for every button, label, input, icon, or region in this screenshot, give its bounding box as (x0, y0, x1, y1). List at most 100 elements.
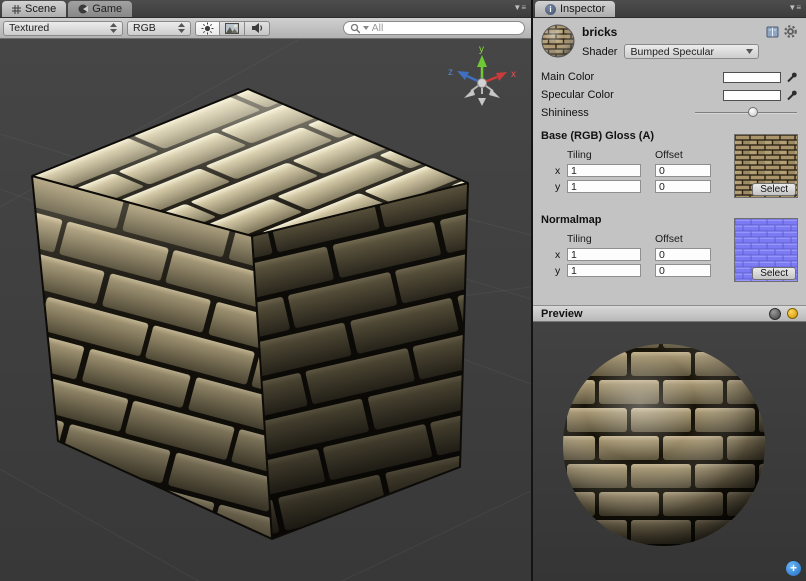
slider-thumb[interactable] (748, 107, 758, 117)
normalmap-section: Normalmap Tiling Offset x (541, 214, 798, 282)
normal-tiling-grid: Tiling Offset x y (555, 233, 711, 280)
draw-mode-label: Textured (9, 22, 49, 34)
tab-scene-label: Scene (25, 3, 56, 15)
orientation-gizmo[interactable]: z x y (445, 41, 519, 111)
base-tiling-grid: Tiling Offset x y (555, 149, 711, 196)
shininess-label: Shininess (541, 107, 695, 119)
material-preview-ball (541, 24, 575, 58)
material-header: bricks Shader Bumped Specular (541, 24, 798, 59)
eyedropper-icon[interactable] (786, 89, 798, 101)
tab-inspector[interactable]: i Inspector (535, 1, 615, 17)
preview-sphere (533, 322, 806, 581)
inspector-tabbar: i Inspector ▼≡ (533, 0, 806, 18)
game-icon (78, 4, 88, 14)
updown-arrows-icon (110, 23, 117, 33)
tab-scene[interactable]: Scene (2, 1, 66, 17)
image-icon (225, 23, 239, 34)
gear-icon[interactable] (784, 25, 798, 38)
panel-menu-icon[interactable]: ▼≡ (788, 3, 801, 12)
help-book-icon[interactable] (766, 25, 779, 38)
base-texture-thumbnail[interactable]: Select (734, 134, 798, 198)
scene-toolbar: Textured RGB (0, 18, 531, 39)
tab-inspector-label: Inspector (560, 3, 605, 15)
scene-toggle-group (195, 21, 270, 36)
slider-track[interactable] (695, 112, 797, 114)
normal-tiling-y-input[interactable] (567, 264, 641, 277)
y-axis-row-label: y (555, 181, 567, 193)
tab-game[interactable]: Game (68, 1, 132, 17)
tiling-header: Tiling (567, 149, 655, 161)
tab-game-label: Game (92, 3, 122, 15)
scene-search-field[interactable] (343, 21, 525, 35)
shader-value: Bumped Specular (630, 46, 713, 58)
shininess-slider[interactable] (695, 106, 797, 120)
preview-viewport[interactable]: + (533, 322, 806, 581)
shininess-row: Shininess (541, 104, 798, 122)
base-select-button[interactable]: Select (752, 183, 796, 196)
scene-panel: Scene Game ▼≡ Textured RGB (0, 0, 531, 581)
base-offset-x-input[interactable] (655, 164, 711, 177)
specular-color-label: Specular Color (541, 89, 723, 101)
base-tiling-x-input[interactable] (567, 164, 641, 177)
material-name: bricks (582, 25, 759, 39)
z-axis-cone (457, 71, 469, 80)
z-axis-label: z (448, 67, 453, 78)
y-axis-label: y (479, 44, 484, 55)
material-meta: bricks Shader Bumped Specular (582, 24, 759, 59)
main-color-swatch[interactable] (723, 72, 781, 83)
speaker-icon (251, 22, 264, 34)
normal-offset-x-input[interactable] (655, 248, 711, 261)
gizmo-center[interactable] (478, 79, 487, 88)
preview-light-icon[interactable] (787, 308, 798, 319)
x-axis-row-label: x (555, 165, 567, 177)
scene-canvas (0, 39, 531, 581)
draw-mode-dropdown[interactable]: Textured (3, 21, 123, 36)
base-tiling-y-input[interactable] (567, 180, 641, 193)
x-axis-cone (496, 72, 507, 81)
tiling-header: Tiling (567, 233, 655, 245)
base-map-section: Base (RGB) Gloss (A) Tiling Offset x (541, 130, 798, 198)
sun-icon (201, 22, 214, 35)
inspector-body: bricks Shader Bumped Specular (533, 18, 806, 305)
eyedropper-icon[interactable] (786, 71, 798, 83)
chevron-down-icon (746, 49, 753, 54)
panel-menu-icon[interactable]: ▼≡ (513, 3, 526, 12)
shader-dropdown[interactable]: Bumped Specular (624, 44, 759, 59)
y-axis-cone (477, 55, 487, 67)
render-mode-button[interactable] (220, 21, 245, 36)
specular-color-swatch[interactable] (723, 90, 781, 101)
base-offset-y-input[interactable] (655, 180, 711, 193)
audio-toggle-button[interactable] (245, 21, 270, 36)
search-input[interactable] (372, 22, 518, 34)
preview-title: Preview (541, 308, 583, 320)
preview-sphere-icon[interactable] (769, 308, 781, 320)
updown-arrows-icon (178, 23, 185, 33)
scene-viewport[interactable]: z x y (0, 39, 531, 581)
search-icon (350, 23, 360, 34)
shader-row: Shader Bumped Specular (582, 44, 759, 59)
scene-grid-icon (12, 5, 21, 14)
info-icon: i (545, 4, 556, 15)
unity-editor-window: Scene Game ▼≡ Textured RGB (0, 0, 806, 581)
main-color-label: Main Color (541, 71, 723, 83)
channels-label: RGB (133, 22, 156, 34)
specular-color-row: Specular Color (541, 86, 798, 104)
normal-tiling-x-input[interactable] (567, 248, 641, 261)
x-axis-label: x (511, 69, 516, 80)
channels-dropdown[interactable]: RGB (127, 21, 191, 36)
normal-offset-y-input[interactable] (655, 264, 711, 277)
preview-header[interactable]: Preview (533, 305, 806, 322)
shader-label: Shader (582, 46, 617, 58)
normalmap-thumbnail[interactable]: Select (734, 218, 798, 282)
brick-cube (32, 89, 468, 539)
main-color-row: Main Color (541, 68, 798, 86)
y-axis-row-label: y (555, 265, 567, 277)
inspector-panel: i Inspector ▼≡ bricks Shader Bumped Spec (533, 0, 806, 581)
preview-add-button[interactable]: + (786, 561, 801, 576)
lighting-toggle-button[interactable] (195, 21, 220, 36)
offset-header: Offset (655, 233, 683, 245)
x-axis-row-label: x (555, 249, 567, 261)
normal-select-button[interactable]: Select (752, 267, 796, 280)
offset-header: Offset (655, 149, 683, 161)
search-filter-arrow-icon (363, 26, 368, 30)
